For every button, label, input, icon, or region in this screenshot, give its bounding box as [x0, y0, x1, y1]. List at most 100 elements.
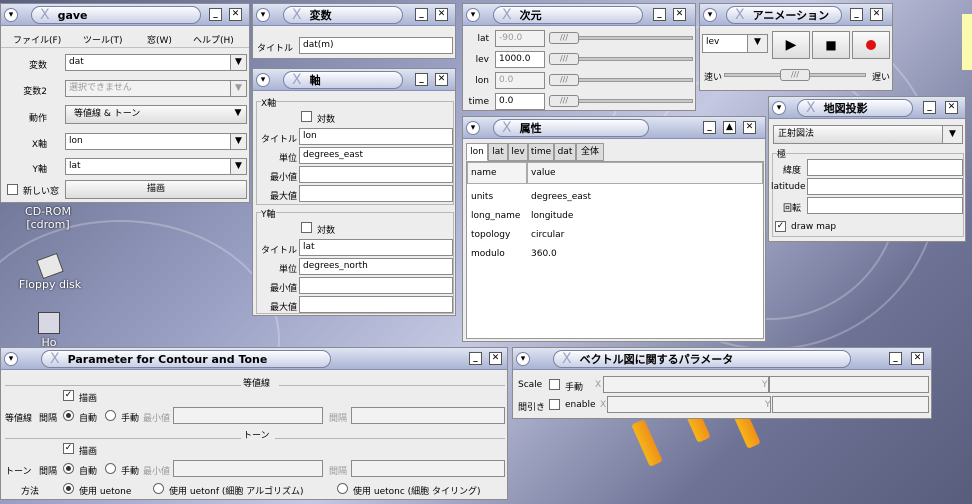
close-icon[interactable]: ✕	[435, 8, 448, 21]
method-uetone-radio[interactable]	[63, 483, 74, 494]
close-icon[interactable]: ✕	[911, 352, 924, 365]
thinning-x-input[interactable]	[607, 396, 771, 413]
minimize-icon[interactable]: _	[469, 352, 482, 365]
proj-lat-input[interactable]	[807, 159, 963, 176]
slider-thumb[interactable]: ///	[549, 32, 579, 44]
title-bar[interactable]: ▾ X 属性 _ ▲ ✕	[463, 117, 765, 139]
tab-lon[interactable]: lon	[466, 143, 488, 161]
title-bar[interactable]: ▾ X軸 _ ✕	[253, 69, 455, 91]
animation-dim-select[interactable]: lev ▼	[702, 34, 768, 53]
tone-manual-radio[interactable]	[105, 463, 116, 474]
contour-gap-input[interactable]	[351, 407, 505, 424]
dim-lev-input[interactable]: 1000.0	[495, 51, 545, 68]
y-unit-input[interactable]: degrees_north	[299, 258, 453, 275]
variable-select[interactable]: dat ▼	[65, 54, 247, 71]
method-uetonf-radio[interactable]	[153, 483, 164, 494]
dim-lon-input[interactable]: 0.0	[495, 72, 545, 89]
play-button[interactable]: ▶	[772, 31, 810, 59]
cdrom-desktop-icon[interactable]: CD-ROM [cdrom]	[16, 205, 80, 231]
tab-lat[interactable]: lat	[488, 143, 508, 161]
title-bar[interactable]: ▾ X Parameter for Contour and Tone _ ✕	[1, 348, 507, 370]
dim-time-input[interactable]: 0.0	[495, 93, 545, 110]
contour-manual-radio[interactable]	[105, 410, 116, 421]
column-header-value[interactable]: value	[527, 162, 763, 184]
y-min-input[interactable]	[299, 277, 453, 294]
slider-thumb[interactable]: ///	[549, 53, 579, 65]
minimize-icon[interactable]: _	[209, 8, 222, 21]
method-uetonc-radio[interactable]	[337, 483, 348, 494]
menu-icon[interactable]: ▾	[4, 8, 18, 22]
minimize-icon[interactable]: _	[850, 8, 863, 21]
tone-draw-checkbox[interactable]: ✓	[63, 443, 74, 454]
close-icon[interactable]: ✕	[673, 8, 686, 21]
title-bar[interactable]: ▾ X ベクトル図に関するパラメータ _ ✕	[513, 348, 931, 370]
close-icon[interactable]: ✕	[870, 8, 883, 21]
variable2-select[interactable]: 選択できません ▼	[65, 80, 247, 97]
dim-lat-input[interactable]: -90.0	[495, 30, 545, 47]
action-select[interactable]: 等値線 & トーン ▼	[65, 105, 247, 124]
tab-all[interactable]: 全体	[576, 143, 604, 161]
menu-file[interactable]: ファイル(F)	[13, 33, 61, 46]
menu-help[interactable]: ヘルプ(H)	[193, 33, 234, 46]
scale-y-input[interactable]	[769, 376, 929, 393]
x-max-input[interactable]	[299, 185, 453, 202]
menu-icon[interactable]: ▾	[703, 8, 717, 22]
proj-latitude-input[interactable]	[807, 178, 963, 195]
menu-icon[interactable]: ▾	[256, 8, 270, 22]
title-bar[interactable]: ▾ X 地図投影 _ ✕	[769, 97, 965, 119]
menu-icon[interactable]: ▾	[516, 352, 530, 366]
slider-thumb[interactable]: ///	[549, 74, 579, 86]
minimize-icon[interactable]: _	[703, 121, 716, 134]
column-header-name[interactable]: name	[467, 162, 527, 184]
stop-button[interactable]: ■	[812, 31, 850, 59]
menu-icon[interactable]: ▾	[772, 101, 786, 115]
tab-lev[interactable]: lev	[508, 143, 528, 161]
slider-thumb[interactable]: ///	[780, 69, 810, 81]
menu-window[interactable]: 窓(W)	[147, 33, 172, 46]
contour-auto-radio[interactable]	[63, 410, 74, 421]
y-title-input[interactable]: lat	[299, 239, 453, 256]
title-bar[interactable]: ▾ X アニメーション _ ✕	[700, 4, 892, 26]
title-bar[interactable]: ▾ Xgave _ ✕	[1, 4, 249, 26]
y-log-checkbox[interactable]	[301, 222, 312, 233]
x-min-input[interactable]	[299, 166, 453, 183]
menu-icon[interactable]: ▾	[466, 8, 480, 22]
menu-tools[interactable]: ツール(T)	[83, 33, 123, 46]
menu-icon[interactable]: ▾	[466, 121, 480, 135]
x-unit-input[interactable]: degrees_east	[299, 147, 453, 164]
scale-x-input[interactable]	[603, 376, 769, 393]
slider-thumb[interactable]: ///	[549, 95, 579, 107]
draw-button[interactable]: 描画	[65, 180, 247, 199]
proj-rotate-input[interactable]	[807, 197, 963, 214]
menu-icon[interactable]: ▾	[4, 352, 18, 366]
home-desktop-icon[interactable]: Ho	[24, 312, 74, 349]
maximize-icon[interactable]: ▲	[723, 121, 736, 134]
new-window-checkbox[interactable]	[7, 184, 18, 195]
tab-time[interactable]: time	[528, 143, 554, 161]
minimize-icon[interactable]: _	[889, 352, 902, 365]
x-axis-select[interactable]: lon ▼	[65, 133, 247, 150]
minimize-icon[interactable]: _	[415, 8, 428, 21]
close-icon[interactable]: ✕	[435, 73, 448, 86]
y-max-input[interactable]	[299, 296, 453, 313]
tab-dat[interactable]: dat	[554, 143, 576, 161]
x-log-checkbox[interactable]	[301, 111, 312, 122]
floppy-desktop-icon[interactable]: Floppy disk	[10, 252, 90, 291]
close-icon[interactable]: ✕	[945, 101, 958, 114]
scale-manual-checkbox[interactable]	[549, 379, 560, 390]
close-icon[interactable]: ✕	[489, 352, 502, 365]
title-bar[interactable]: ▾ X 次元 _ ✕	[463, 4, 695, 26]
x-title-input[interactable]: lon	[299, 128, 453, 145]
record-button[interactable]	[852, 31, 890, 59]
title-bar[interactable]: ▾ X 変数 _ ✕	[253, 4, 455, 26]
y-axis-select[interactable]: lat ▼	[65, 158, 247, 175]
close-icon[interactable]: ✕	[229, 8, 242, 21]
close-icon[interactable]: ✕	[743, 121, 756, 134]
minimize-icon[interactable]: _	[923, 101, 936, 114]
thinning-y-input[interactable]	[772, 396, 929, 413]
minimize-icon[interactable]: _	[415, 73, 428, 86]
tone-auto-radio[interactable]	[63, 463, 74, 474]
projection-select[interactable]: 正射図法 ▼	[773, 125, 963, 144]
minimize-icon[interactable]: _	[653, 8, 666, 21]
menu-icon[interactable]: ▾	[256, 73, 270, 87]
